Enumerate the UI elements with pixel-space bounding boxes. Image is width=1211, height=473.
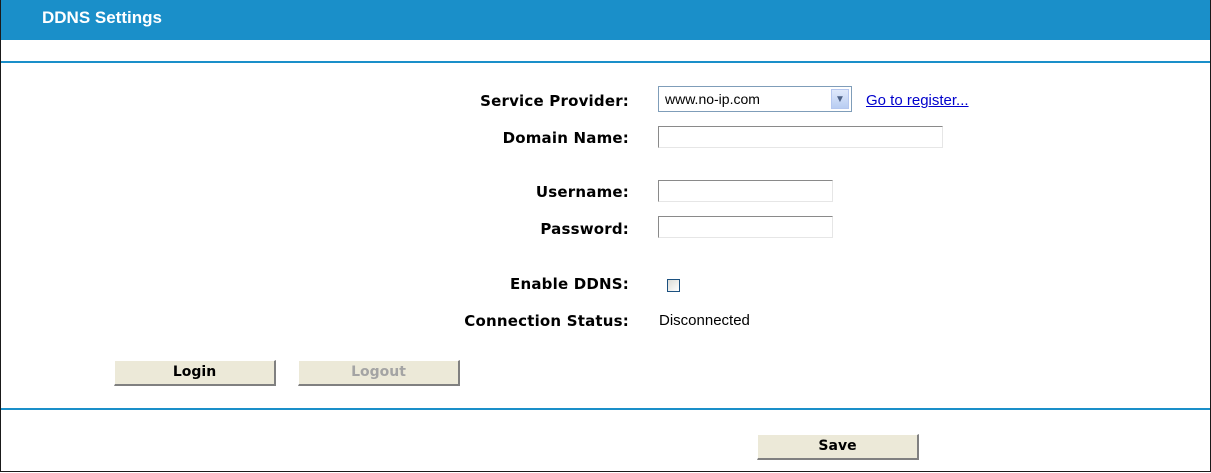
- service-provider-select[interactable]: www.no-ip.com ▼: [658, 86, 852, 112]
- service-provider-value: www.no-ip.com: [665, 91, 760, 107]
- connection-status-label: Connection Status:: [464, 312, 629, 330]
- save-button[interactable]: Save: [757, 434, 919, 460]
- enable-ddns-label: Enable DDNS:: [510, 275, 629, 293]
- login-button[interactable]: Login: [114, 360, 276, 386]
- username-label: Username:: [535, 183, 629, 201]
- enable-ddns-checkbox[interactable]: [667, 279, 680, 292]
- domain-name-label: Domain Name:: [502, 129, 629, 147]
- title-bar: DDNS Settings: [1, 0, 1210, 40]
- connection-status-value: Disconnected: [659, 312, 750, 329]
- password-field[interactable]: [658, 216, 833, 238]
- go-to-register-link[interactable]: Go to register...: [866, 92, 969, 109]
- service-provider-label: Service Provider:: [480, 92, 629, 110]
- chevron-down-icon[interactable]: ▼: [831, 89, 849, 109]
- username-field[interactable]: [658, 180, 833, 202]
- password-label: Password:: [540, 220, 629, 238]
- top-divider: [1, 61, 1210, 63]
- page-title: DDNS Settings: [42, 8, 162, 27]
- bottom-divider: [1, 408, 1210, 410]
- logout-button[interactable]: Logout: [298, 360, 460, 386]
- domain-name-field[interactable]: [658, 126, 943, 148]
